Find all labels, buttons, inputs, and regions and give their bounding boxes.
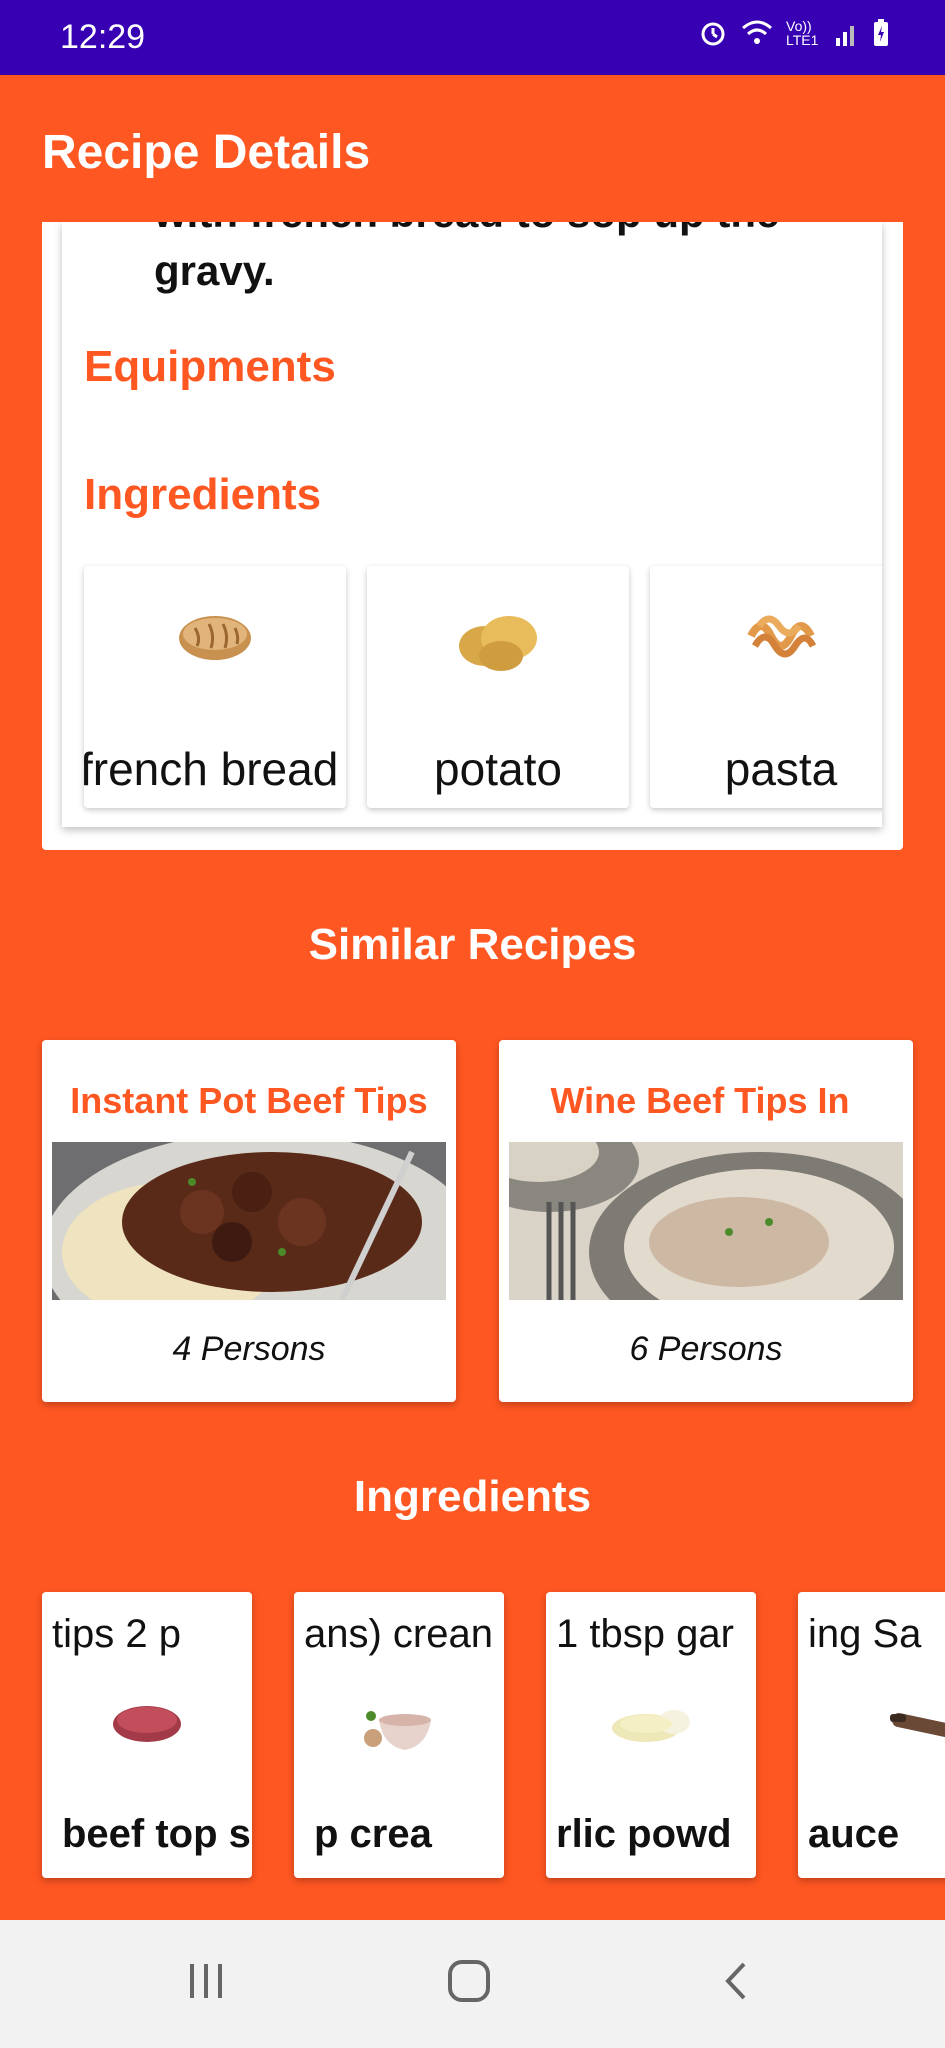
ingredient-card[interactable]: ing Sa auce (798, 1592, 945, 1878)
similar-recipe-card[interactable]: Wine Beef Tips In 6 Persons (499, 1040, 913, 1402)
sauce-icon (890, 1713, 945, 1737)
ingredient-card[interactable]: 1 tbsp gar rlic powd (546, 1592, 756, 1878)
recipe-image (52, 1142, 446, 1300)
status-icons: Vo)) LTE1 (698, 18, 890, 48)
back-icon[interactable] (720, 1958, 750, 2004)
bread-icon (179, 616, 251, 660)
recipe-image (509, 1142, 903, 1300)
recipe-title: Instant Pot Beef Tips (70, 1080, 428, 1121)
similar-recipe-card[interactable]: Instant Pot Beef Tips 4 Persons (42, 1040, 456, 1402)
ingredient-amount: 1 tbsp gar (556, 1612, 734, 1656)
recipe-title: Wine Beef Tips In (550, 1080, 850, 1121)
home-icon[interactable] (446, 1958, 492, 2004)
recipe-servings: 6 Persons (629, 1330, 783, 1368)
ingredient-amount: ans) crean (304, 1612, 493, 1656)
ingredient-amount: ing Sa (808, 1612, 922, 1656)
battery-icon (874, 19, 888, 46)
ingredient-tile-french-bread[interactable]: french bread (84, 566, 346, 808)
ingredient-name: potato (434, 743, 562, 795)
recipe-detail-card: with french bread to sop up the gravy. E… (42, 222, 903, 850)
signal-icon (836, 26, 854, 46)
volte-icon: Vo)) LTE1 (786, 18, 819, 48)
recents-icon[interactable] (186, 1958, 226, 2004)
similar-recipes-heading: Similar Recipes (308, 920, 637, 969)
instruction-step-text: with french bread to sop up the gravy. (154, 222, 779, 294)
wifi-icon (742, 20, 772, 44)
pasta-icon (747, 615, 817, 658)
ingredient-tile-pasta[interactable]: pasta (650, 566, 882, 808)
garlic-powder-icon (612, 1710, 690, 1742)
cream-icon (364, 1711, 431, 1750)
ingredient-name: pasta (724, 743, 838, 795)
ingredients-heading: Ingredients (84, 470, 322, 519)
alarm-icon (701, 22, 725, 46)
potato-icon (459, 616, 537, 671)
ingredient-card[interactable]: ans) crean p crea (294, 1592, 504, 1878)
equipments-heading: Equipments (84, 342, 336, 391)
ingredient-name: auce (808, 1812, 900, 1856)
ingredient-name: p crea (314, 1812, 432, 1856)
ingredient-amount: tips 2 p (52, 1612, 181, 1656)
recipe-servings: 4 Persons (172, 1330, 326, 1368)
page-title: Recipe Details (42, 126, 371, 179)
ingredient-name: french bread (84, 743, 339, 795)
ingredient-card[interactable]: tips 2 p beef top s (42, 1592, 252, 1878)
status-time: 12:29 (60, 18, 146, 56)
system-nav-bar (0, 1920, 945, 2048)
app-bar: Recipe Details (0, 75, 945, 220)
ingredient-name: beef top s (62, 1812, 251, 1856)
ingredients-section-heading: Ingredients (353, 1472, 592, 1521)
instructions-card: with french bread to sop up the gravy. E… (62, 222, 882, 827)
ingredient-tile-potato[interactable]: potato (367, 566, 629, 808)
beef-icon (113, 1706, 181, 1742)
ingredient-name: rlic powd (556, 1812, 732, 1856)
status-bar: 12:29 Vo)) LTE1 (0, 0, 945, 75)
